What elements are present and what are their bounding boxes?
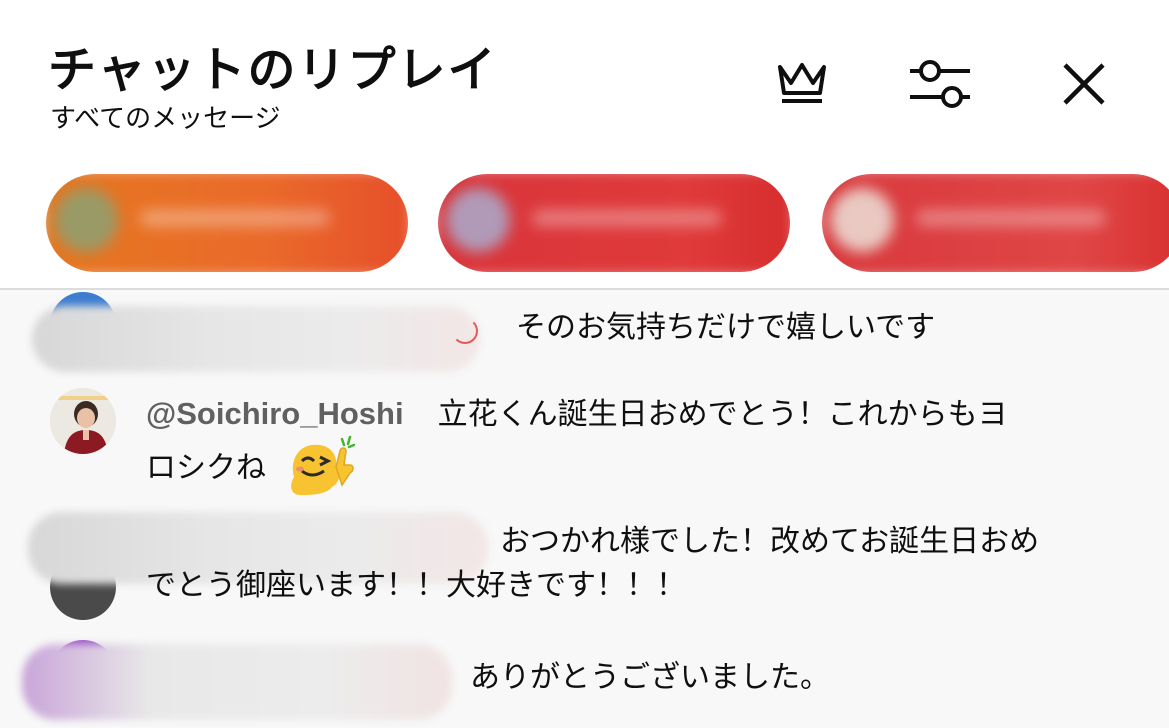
- pinned-chips-row: [0, 160, 1169, 288]
- crown-button[interactable]: [770, 52, 834, 116]
- redacted-author: [32, 306, 480, 372]
- avatar[interactable]: [50, 388, 116, 454]
- avatar: [830, 188, 894, 252]
- message-text-continued: でとう御座います！！大好きです！！！: [146, 568, 686, 603]
- page-title: チャットのリプレイ: [48, 42, 498, 98]
- heart-icon: [452, 318, 478, 344]
- avatar: [54, 188, 118, 252]
- redacted-name: [532, 210, 722, 226]
- avatar: [446, 188, 510, 252]
- pinned-chip[interactable]: [46, 174, 408, 272]
- close-icon: [1063, 63, 1105, 105]
- chat-replay-header: チャットのリプレイ すべてのメッセージ: [0, 0, 1169, 160]
- author-name[interactable]: @Soichiro_Hoshi: [146, 396, 404, 431]
- message-text: ありがとうございました。: [470, 660, 830, 695]
- redacted-name: [140, 210, 330, 226]
- chat-message-list[interactable]: そのお気持ちだけで嬉しいです @Soichiro_Hoshi 立花くん誕生日おめで…: [0, 290, 1169, 728]
- close-button[interactable]: [1052, 52, 1116, 116]
- message-text: おつかれ様でした！改めてお誕生日おめ: [500, 524, 1040, 559]
- chat-message: ありがとうございました。: [0, 636, 1169, 728]
- message-text: そのお気持ちだけで嬉しいです: [516, 310, 936, 345]
- message-text-continued: ロシクね: [146, 450, 266, 486]
- pinned-chip[interactable]: [822, 174, 1169, 272]
- chat-filter-label[interactable]: すべてのメッセージ: [50, 98, 281, 135]
- redacted-author: [22, 644, 452, 720]
- crown-icon: [778, 63, 826, 103]
- chat-message: @Soichiro_Hoshi 立花くん誕生日おめでとう！これからもヨ ロシクね: [0, 386, 1169, 506]
- message-text: 立花くん誕生日おめでとう！これからもヨ: [437, 397, 1008, 432]
- smiling-thumbs-up-emoji-icon: [282, 433, 358, 495]
- pinned-chip[interactable]: [438, 174, 790, 272]
- chat-message: そのお気持ちだけで嬉しいです: [0, 290, 1169, 372]
- filter-button[interactable]: [908, 52, 972, 116]
- sliders-icon: [910, 60, 970, 108]
- chat-message: おつかれ様でした！改めてお誕生日おめ でとう御座います！！大好きです！！！: [0, 512, 1169, 622]
- redacted-name: [916, 210, 1106, 226]
- author-photo: [50, 388, 116, 454]
